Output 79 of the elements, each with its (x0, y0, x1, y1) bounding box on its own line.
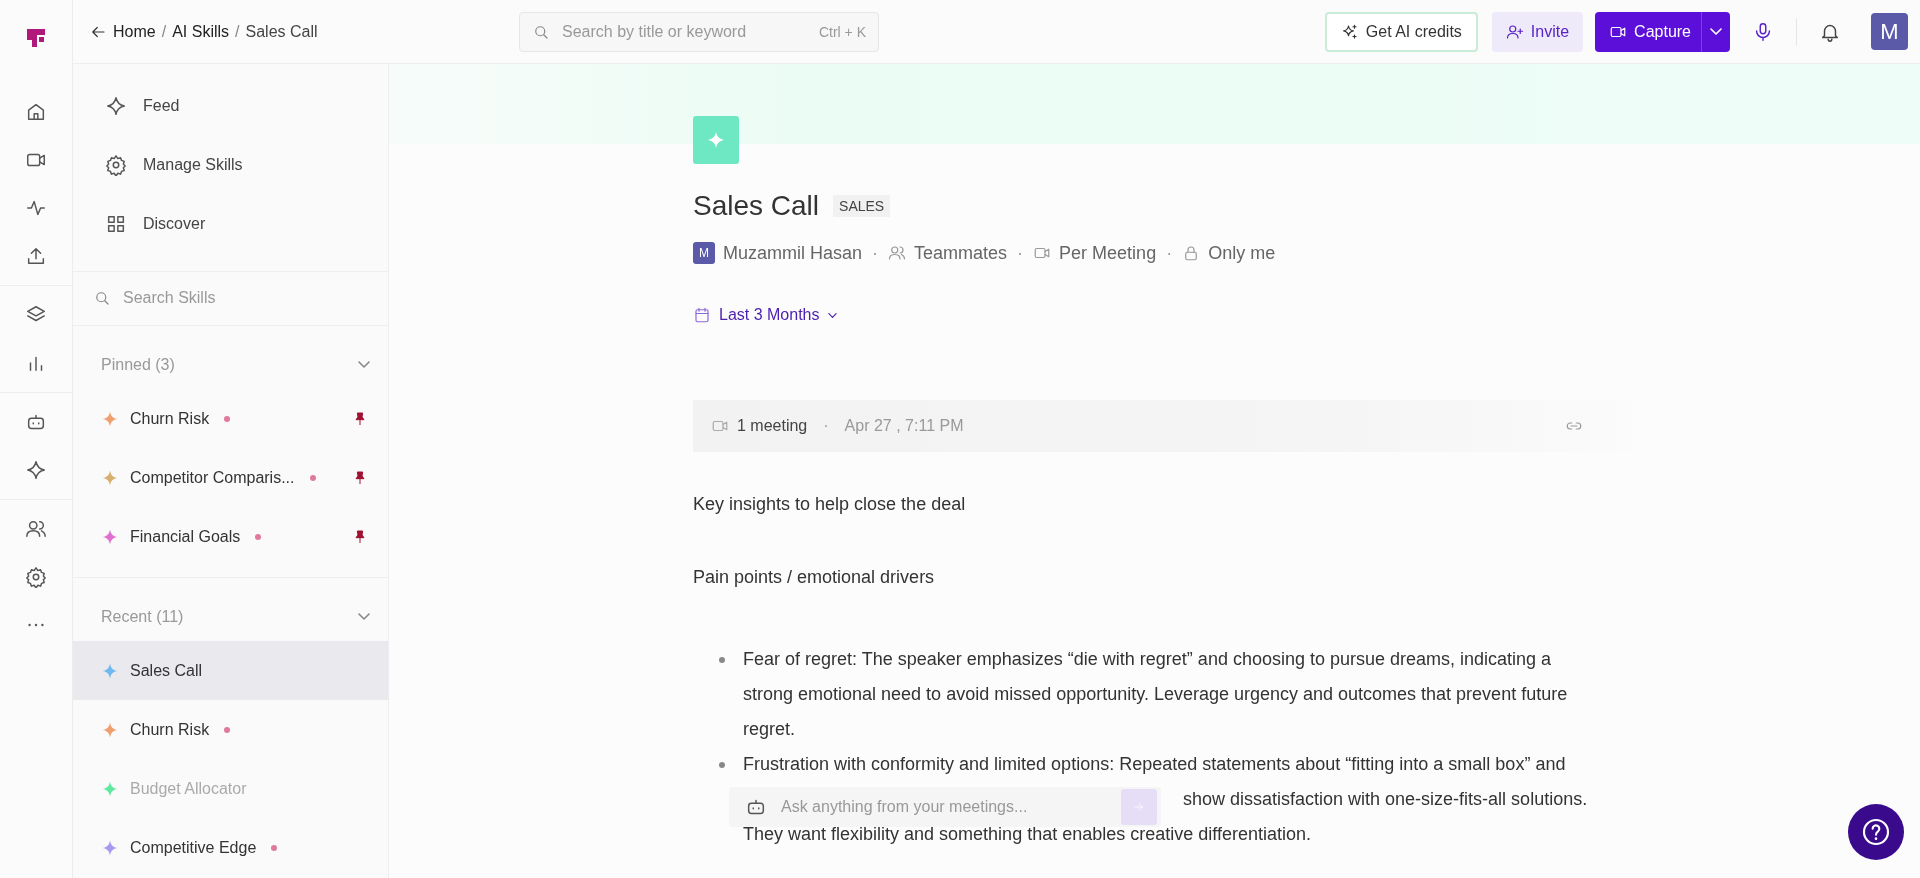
sparkle-icon (105, 94, 127, 117)
add-user-icon (1505, 22, 1524, 41)
help-icon[interactable] (1848, 804, 1904, 860)
skill-item[interactable]: Churn Risk (73, 700, 388, 760)
people-icon (888, 244, 907, 262)
skill-item[interactable]: Competitor Comparis... (73, 448, 388, 508)
category-tag: SALES (833, 195, 891, 217)
skill-tile-icon (693, 116, 739, 164)
page-title: Sales Call (693, 190, 820, 222)
breadcrumb-current: Sales Call (245, 22, 318, 41)
chevron-down-icon[interactable] (358, 613, 370, 620)
chevron-down-icon (1710, 28, 1722, 35)
bullet-text-line: Frustration with conformity and limited options: Repeated statements about “fitting into a small box” and (743, 753, 1567, 776)
search-skills-bar[interactable]: Search Skills (73, 270, 388, 326)
section-heading: Recent (11) (101, 607, 184, 626)
sparkle-icon[interactable] (25, 459, 47, 481)
sidebar-nav-item[interactable]: Manage Skills (73, 135, 388, 195)
bullet-icon (719, 657, 725, 663)
chevron-down-icon (827, 312, 837, 318)
skill-label: Churn Risk (130, 409, 210, 428)
settings-icon[interactable] (25, 566, 47, 588)
settings-icon (105, 153, 127, 176)
meta-label: Per Meeting (1059, 242, 1157, 264)
skill-item[interactable]: Financial Goals (73, 507, 388, 567)
skill-item[interactable]: Sales Call (73, 641, 388, 701)
calendar-icon (693, 306, 711, 324)
separator-dot: · (1166, 242, 1173, 264)
meeting-date: Apr 27 , 7:11 PM (844, 417, 964, 435)
date-filter-dropdown[interactable]: Last 3 Months (693, 306, 837, 324)
sidebar-nav-item[interactable]: Discover (73, 194, 388, 254)
paragraph-text: Pain points / emotional drivers (693, 567, 936, 588)
pin-icon[interactable] (352, 470, 368, 487)
upload-icon[interactable] (25, 245, 47, 267)
skill-label: Financial Goals (130, 528, 241, 547)
separator-dot: · (823, 417, 829, 435)
separator-dot: · (1017, 242, 1024, 264)
capture-button[interactable]: Capture (1595, 11, 1701, 52)
meta-label: Only me (1208, 242, 1276, 264)
app-logo[interactable] (24, 26, 48, 50)
breadcrumb-separator: / (235, 22, 240, 41)
paragraph-text: Key insights to help close the deal (693, 494, 967, 515)
pin-icon[interactable] (352, 410, 368, 427)
skill-label: Sales Call (130, 661, 203, 680)
skill-item[interactable]: Competitive Edge (73, 818, 388, 878)
people-icon[interactable] (25, 518, 47, 540)
sidebar-nav-item[interactable]: Feed (73, 76, 388, 136)
bullet-text-line: regret. (743, 718, 797, 741)
skill-label: Budget Allocator (130, 780, 247, 799)
grid-icon (105, 213, 127, 235)
capture-menu-button[interactable] (1701, 11, 1730, 52)
ask-bar[interactable]: Ask anything from your meetings... (729, 787, 1161, 827)
chevron-down-icon[interactable] (358, 361, 370, 369)
section-heading: Pinned (3) (101, 355, 175, 374)
skill-item[interactable]: Churn Risk (73, 389, 388, 449)
owner-name: Muzammil Hasan (723, 242, 863, 264)
breadcrumb-link[interactable]: Home (113, 22, 156, 41)
sparkles-icon (1340, 22, 1359, 41)
ask-input[interactable]: Ask anything from your meetings... (779, 797, 1109, 817)
bullet-text-line: strong emotional need to avoid missed opportunity. Leverage urgency and outcomes that prevent future (743, 683, 1568, 706)
invite-button[interactable]: Invite (1491, 11, 1584, 52)
skill-label: Competitive Edge (130, 839, 257, 858)
bullet-icon (719, 762, 725, 768)
search-skills-input[interactable]: Search Skills (121, 288, 374, 309)
breadcrumb-link[interactable]: AI Skills (172, 22, 230, 41)
bullet-text-line: show dissatisfaction with one-size-fits-all solutions. (1183, 788, 1588, 811)
bullet-text-line: Fear of regret: The speaker emphasizes “die with regret” and choosing to pursue dreams, indicating a (743, 648, 1553, 671)
skill-label: Competitor Comparis... (130, 469, 295, 488)
meta-label: Teammates (914, 242, 1008, 264)
home-icon[interactable] (25, 101, 47, 123)
skill-label: Churn Risk (130, 720, 210, 739)
separator-dot: · (872, 242, 879, 264)
breadcrumb-separator: / (161, 22, 167, 41)
owner-avatar: M (693, 242, 715, 264)
shortcut-hint: Ctrl + K (818, 23, 866, 40)
user-avatar[interactable]: M (1871, 13, 1908, 50)
pin-icon[interactable] (352, 529, 368, 546)
meeting-count: 1 meeting (737, 417, 808, 435)
search-input[interactable]: Search by title or keyword (560, 21, 809, 42)
get-credits-button[interactable]: Get AI credits (1324, 11, 1478, 52)
